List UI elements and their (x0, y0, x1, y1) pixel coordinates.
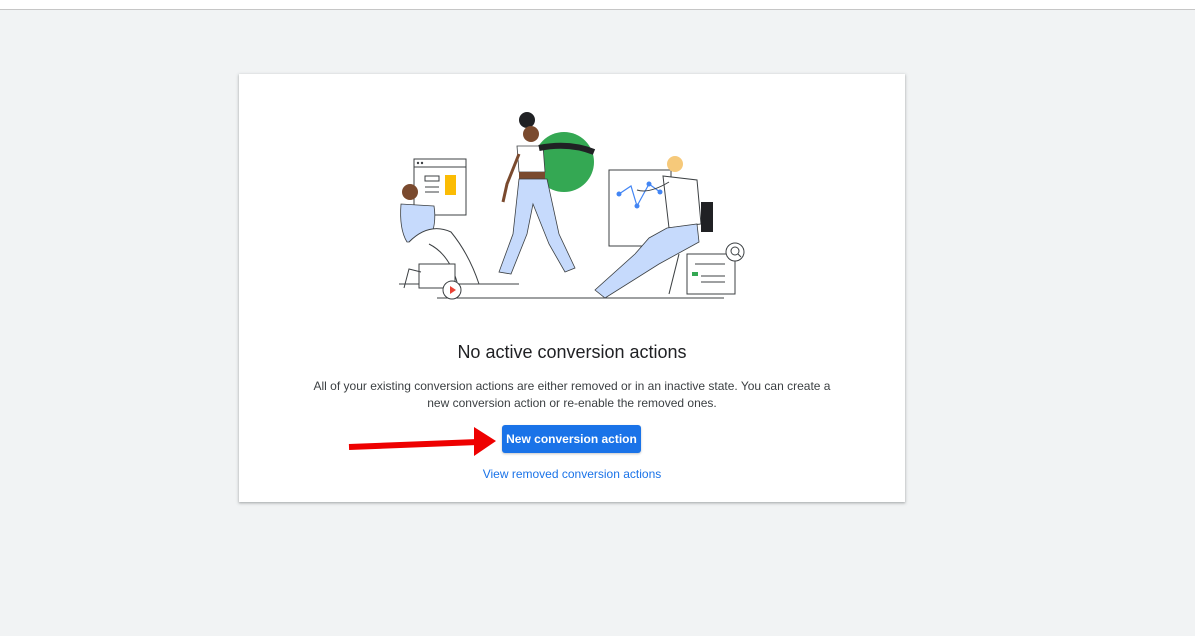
empty-state-title: No active conversion actions (457, 342, 687, 362)
top-bar (0, 0, 1195, 10)
view-removed-conversion-actions-link[interactable]: View removed conversion actions (239, 467, 905, 481)
empty-state-illustration (399, 112, 745, 300)
empty-state-card: No active conversion actions All of your… (239, 74, 905, 502)
empty-state-description: All of your existing conversion actions … (313, 379, 831, 410)
new-conversion-action-button[interactable]: New conversion action (502, 425, 641, 453)
red-annotation-arrow (348, 427, 496, 456)
